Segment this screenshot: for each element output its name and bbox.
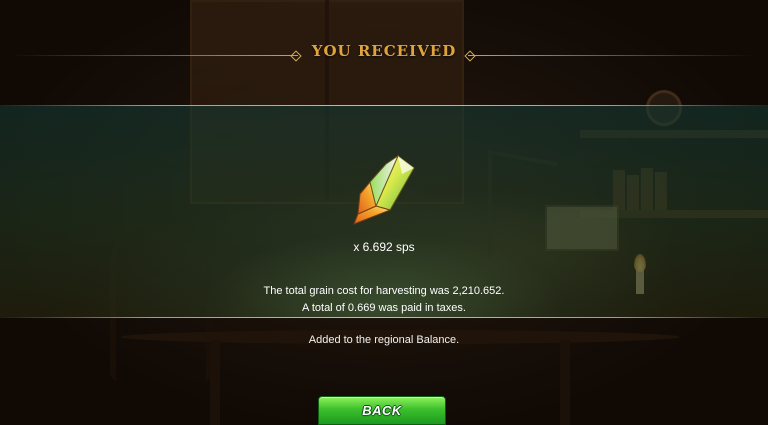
reward-band-bottom-border	[0, 317, 768, 318]
harvest-cost-text: The total grain cost for harvesting was …	[263, 285, 505, 297]
tax-paid-text: A total of 0.669 was paid in taxes.	[302, 302, 466, 314]
sps-crystal-icon	[353, 154, 415, 225]
balance-note: Added to the regional Balance.	[308, 334, 460, 346]
reward-amount: x 6.692 sps	[353, 240, 415, 254]
reward-band-top-border	[0, 105, 768, 106]
back-button[interactable]: BACK	[318, 396, 446, 425]
back-button-label: BACK	[362, 403, 402, 418]
title-divider-left	[10, 55, 298, 56]
title-divider-right	[468, 55, 756, 56]
modal-title: YOU RECEIVED	[311, 42, 457, 60]
